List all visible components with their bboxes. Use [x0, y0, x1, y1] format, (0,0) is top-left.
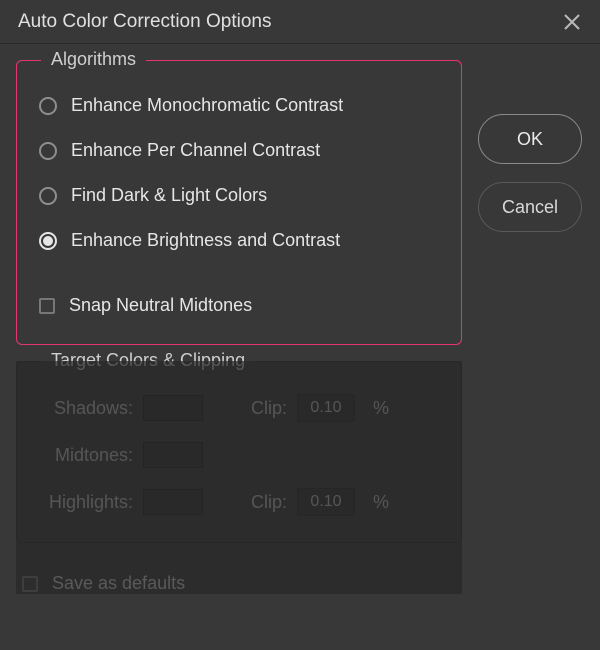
- shadows-row: Shadows: Clip: 0.10 %: [37, 384, 441, 432]
- midtones-swatch[interactable]: [143, 442, 203, 468]
- midtones-row: Midtones:: [37, 432, 441, 478]
- target-fieldset: Target Colors & Clipping Shadows: Clip: …: [16, 361, 462, 543]
- ok-button[interactable]: OK: [478, 114, 582, 164]
- shadows-swatch[interactable]: [143, 395, 203, 421]
- algorithm-option-brightness-contrast[interactable]: Enhance Brightness and Contrast: [37, 218, 441, 263]
- main-column: Algorithms Enhance Monochromatic Contras…: [16, 60, 462, 594]
- dialog-body: Algorithms Enhance Monochromatic Contras…: [0, 44, 600, 610]
- highlights-swatch[interactable]: [143, 489, 203, 515]
- radio-icon: [39, 142, 57, 160]
- checkbox-icon: [22, 576, 38, 592]
- algorithms-legend: Algorithms: [41, 49, 146, 70]
- algorithms-fieldset: Algorithms Enhance Monochromatic Contras…: [16, 60, 462, 345]
- close-icon: [563, 13, 581, 31]
- cancel-button[interactable]: Cancel: [478, 182, 582, 232]
- title-bar: Auto Color Correction Options: [0, 0, 600, 44]
- algorithm-option-per-channel[interactable]: Enhance Per Channel Contrast: [37, 128, 441, 173]
- ok-button-label: OK: [517, 129, 543, 150]
- shadows-clip-input[interactable]: 0.10: [297, 394, 355, 422]
- radio-label: Enhance Per Channel Contrast: [71, 140, 320, 161]
- save-defaults-label: Save as defaults: [52, 573, 185, 594]
- percent-label: %: [373, 492, 389, 513]
- dimmed-section: Target Colors & Clipping Shadows: Clip: …: [16, 361, 462, 594]
- checkbox-icon: [39, 298, 55, 314]
- midtones-label: Midtones:: [41, 445, 133, 466]
- shadows-clip-label: Clip:: [243, 398, 287, 419]
- algorithm-option-monochromatic[interactable]: Enhance Monochromatic Contrast: [37, 83, 441, 128]
- highlights-label: Highlights:: [41, 492, 133, 513]
- target-legend: Target Colors & Clipping: [41, 350, 255, 371]
- snap-neutral-midtones[interactable]: Snap Neutral Midtones: [37, 283, 441, 328]
- radio-label: Enhance Brightness and Contrast: [71, 230, 340, 251]
- algorithm-option-dark-light[interactable]: Find Dark & Light Colors: [37, 173, 441, 218]
- highlights-clip-input[interactable]: 0.10: [297, 488, 355, 516]
- radio-icon: [39, 187, 57, 205]
- shadows-label: Shadows:: [41, 398, 133, 419]
- highlights-row: Highlights: Clip: 0.10 %: [37, 478, 441, 526]
- close-button[interactable]: [560, 10, 584, 34]
- radio-label: Enhance Monochromatic Contrast: [71, 95, 343, 116]
- percent-label: %: [373, 398, 389, 419]
- radio-icon: [39, 97, 57, 115]
- cancel-button-label: Cancel: [502, 197, 558, 218]
- side-buttons: OK Cancel: [478, 114, 582, 232]
- dialog-title: Auto Color Correction Options: [18, 11, 271, 33]
- highlights-clip-label: Clip:: [243, 492, 287, 513]
- radio-label: Find Dark & Light Colors: [71, 185, 267, 206]
- save-defaults[interactable]: Save as defaults: [16, 559, 462, 594]
- checkbox-label: Snap Neutral Midtones: [69, 295, 252, 316]
- radio-icon: [39, 232, 57, 250]
